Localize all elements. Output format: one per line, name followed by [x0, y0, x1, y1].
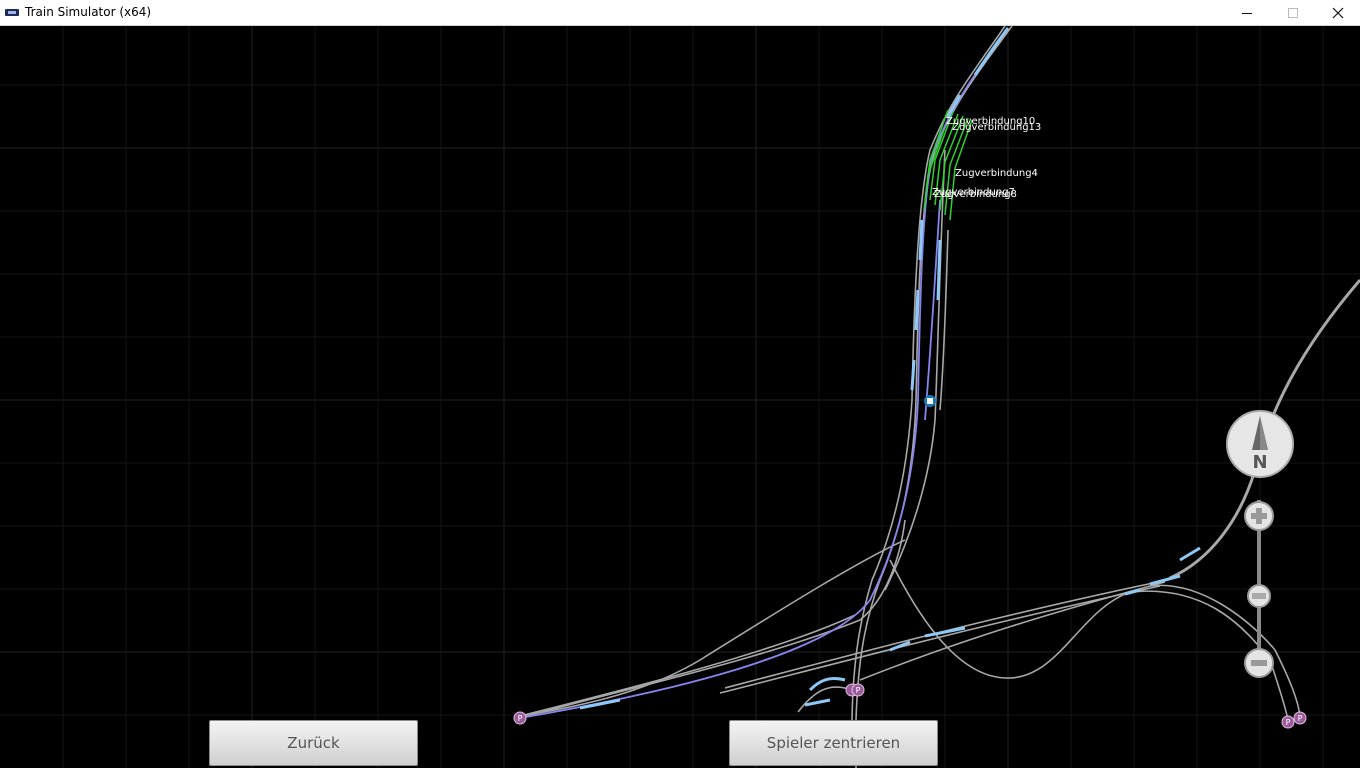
minimize-icon	[1242, 13, 1252, 14]
maximize-icon	[1288, 8, 1298, 18]
train-label: Zugverbindung13	[952, 122, 1041, 133]
zoom-handle[interactable]	[1247, 584, 1271, 608]
zoom-in-button[interactable]	[1244, 501, 1274, 531]
train-label: Zugverbindung4	[955, 168, 1038, 179]
title-bar: Train Simulator (x64)	[0, 0, 1360, 26]
portal-label: P	[1286, 718, 1291, 727]
portal-label: P	[856, 686, 861, 695]
zoom-out-button[interactable]	[1244, 648, 1274, 678]
player-train-icon[interactable]	[924, 395, 936, 407]
back-button[interactable]: Zurück	[209, 720, 418, 766]
minus-icon	[1251, 660, 1267, 666]
window-title: Train Simulator (x64)	[25, 5, 152, 19]
center-player-button[interactable]: Spieler zentrieren	[729, 720, 938, 766]
portal-label: P	[518, 714, 523, 723]
close-button[interactable]	[1315, 0, 1360, 26]
maximize-button[interactable]	[1270, 0, 1316, 26]
portal-label: P	[1298, 714, 1303, 723]
app-icon	[5, 9, 19, 16]
compass-north-label: N	[1252, 452, 1267, 473]
compass[interactable]: N	[1226, 410, 1294, 478]
close-icon	[1332, 7, 1344, 19]
train-label: Zugverbindung8	[934, 189, 1017, 200]
route-map[interactable]: Zugverbindung10 Zugverbindung13 Zugverbi…	[0, 26, 1360, 768]
minimize-button[interactable]	[1224, 0, 1270, 26]
